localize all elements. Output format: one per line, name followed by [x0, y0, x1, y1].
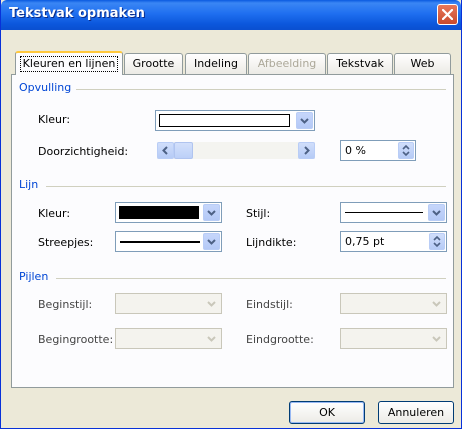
- dropdown-button[interactable]: [203, 204, 220, 221]
- end-size-dropdown: [340, 328, 447, 349]
- dropdown-button: [203, 295, 220, 312]
- transparency-value: 0 %: [345, 144, 366, 157]
- close-button[interactable]: [437, 4, 458, 25]
- chevron-down-icon: [207, 301, 216, 307]
- spin-buttons[interactable]: [429, 233, 445, 250]
- dropdown-button: [428, 295, 445, 312]
- fill-transparency-label: Doorzichtigheid:: [38, 145, 129, 158]
- tab-kleuren-en-lijnen[interactable]: Kleuren en lijnen: [15, 51, 123, 75]
- title-bar[interactable]: Tekstvak opmaken: [1, 0, 461, 30]
- chevron-down-icon: [432, 210, 441, 216]
- ok-button[interactable]: OK: [289, 401, 365, 424]
- tab-label: Tekstvak: [336, 57, 384, 70]
- section-arrows-label: Pijlen: [19, 270, 49, 283]
- tab-grootte[interactable]: Grootte: [124, 53, 183, 74]
- begin-size-dropdown: [115, 328, 222, 349]
- transparency-slider[interactable]: [157, 142, 315, 159]
- line-style-sample: [345, 212, 423, 213]
- line-style-label: Stijl:: [246, 207, 271, 220]
- slider-thumb[interactable]: [174, 142, 193, 159]
- dialog-window: Tekstvak opmaken Kleuren en lijnen Groot…: [0, 0, 462, 429]
- tab-label: Web: [410, 57, 435, 70]
- line-weight-label: Lijndikte:: [246, 236, 297, 249]
- section-divider: [76, 89, 446, 90]
- begin-style-label: Beginstijl:: [38, 298, 93, 311]
- dropdown-button: [203, 330, 220, 347]
- spin-buttons[interactable]: [398, 142, 414, 159]
- dropdown-button[interactable]: [296, 112, 313, 129]
- begin-style-dropdown: [115, 293, 222, 314]
- begin-size-label: Begingrootte:: [38, 333, 114, 346]
- spin-up-down-icon: [433, 235, 441, 248]
- chevron-down-icon: [432, 301, 441, 307]
- scroll-left-button[interactable]: [157, 142, 174, 159]
- section-divider: [46, 186, 446, 187]
- fill-color-swatch: [159, 114, 290, 127]
- line-weight-input[interactable]: 0,75 pt: [340, 231, 447, 252]
- close-icon: [442, 9, 453, 20]
- tab-indeling[interactable]: Indeling: [185, 53, 247, 74]
- end-style-label: Eindstijl:: [246, 298, 293, 311]
- dropdown-button[interactable]: [428, 204, 445, 221]
- line-color-label: Kleur:: [38, 207, 71, 220]
- line-color-swatch: [119, 206, 199, 219]
- tab-tekstvak[interactable]: Tekstvak: [327, 53, 393, 74]
- chevron-down-icon: [207, 336, 216, 342]
- cancel-button[interactable]: Annuleren: [378, 401, 454, 424]
- section-fill-label: Opvulling: [19, 81, 72, 94]
- fill-color-label: Kleur:: [38, 113, 71, 126]
- line-dashes-sample: [120, 241, 200, 243]
- line-color-dropdown[interactable]: [115, 202, 222, 223]
- tab-label: Grootte: [132, 57, 175, 70]
- line-dashes-label: Streepjes:: [38, 236, 94, 249]
- scroll-right-icon: [304, 146, 310, 155]
- chevron-down-icon: [207, 210, 216, 216]
- tab-label: Kleuren en lijnen: [19, 56, 119, 72]
- scroll-right-button[interactable]: [298, 142, 315, 159]
- end-style-dropdown: [340, 293, 447, 314]
- fill-color-dropdown[interactable]: [155, 110, 315, 131]
- section-divider: [56, 278, 446, 279]
- transparency-input[interactable]: 0 %: [340, 140, 416, 161]
- chevron-down-icon: [300, 118, 309, 124]
- line-style-dropdown[interactable]: [340, 202, 447, 223]
- tab-afbeelding: Afbeelding: [248, 53, 326, 74]
- dropdown-button: [428, 330, 445, 347]
- line-dashes-dropdown[interactable]: [115, 231, 222, 252]
- window-title: Tekstvak opmaken: [9, 6, 145, 21]
- chevron-down-icon: [207, 239, 216, 245]
- line-weight-value: 0,75 pt: [345, 235, 385, 248]
- end-size-label: Eindgrootte:: [246, 333, 314, 346]
- tab-label: Indeling: [193, 57, 239, 70]
- scroll-left-icon: [162, 146, 168, 155]
- chevron-down-icon: [432, 336, 441, 342]
- spin-up-down-icon: [402, 144, 410, 157]
- section-line-label: Lijn: [19, 178, 39, 191]
- dropdown-button[interactable]: [203, 233, 220, 250]
- tab-label: Afbeelding: [257, 57, 317, 70]
- tab-web[interactable]: Web: [394, 53, 451, 74]
